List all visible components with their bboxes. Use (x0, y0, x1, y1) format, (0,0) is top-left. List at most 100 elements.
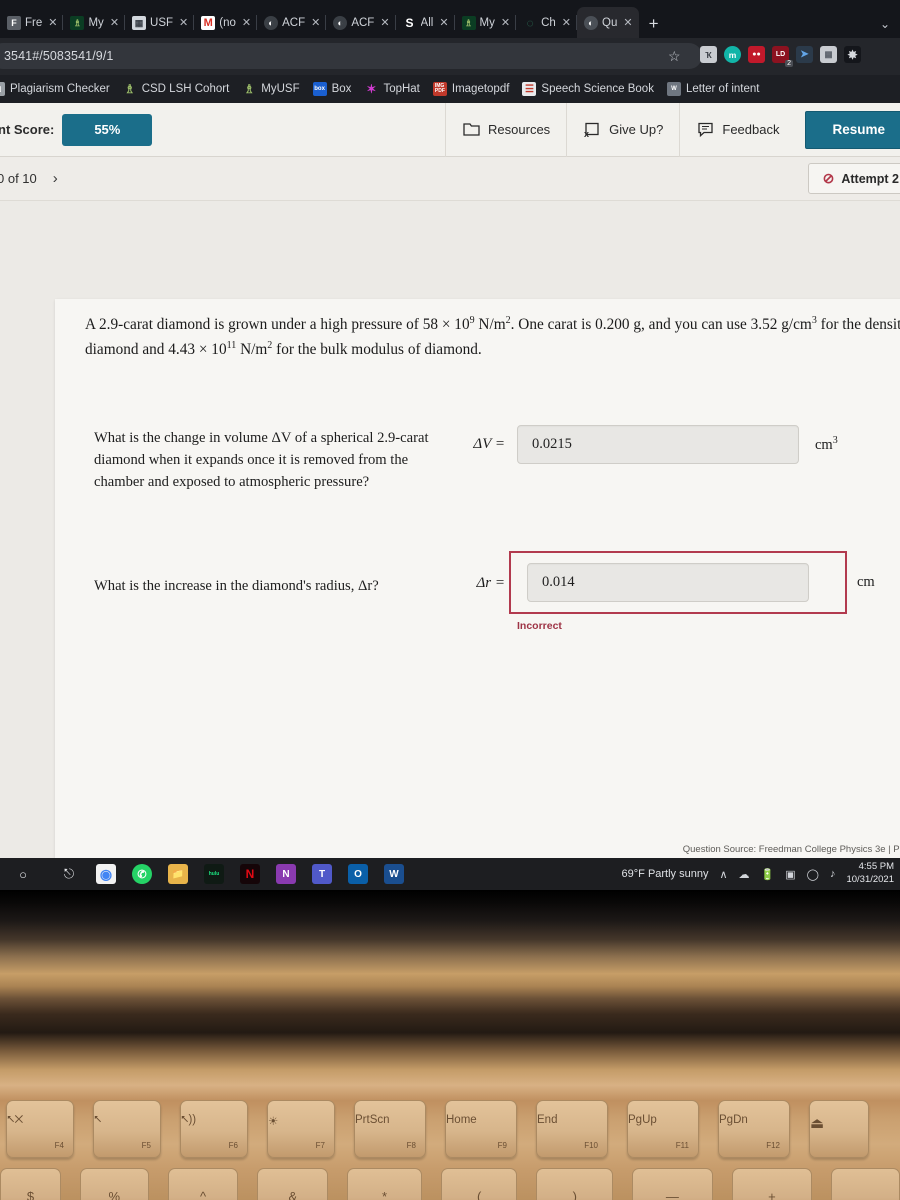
key-plus[interactable]: + (731, 1168, 813, 1200)
mendeley-extension-icon[interactable]: m (724, 46, 741, 63)
close-icon[interactable]: ✕ (48, 16, 57, 29)
cursor-extension-icon[interactable]: ➤ (796, 46, 813, 63)
key-f11-pgup[interactable]: PgUp F11 (627, 1100, 699, 1158)
hulu-icon[interactable]: hulu (204, 864, 224, 884)
close-icon[interactable]: ✕ (110, 16, 119, 29)
netflix-icon[interactable]: N (240, 864, 260, 884)
resume-button[interactable]: Resume (805, 110, 900, 149)
show-hidden-icons-chevron-up-icon[interactable]: ∧ (719, 868, 727, 881)
file-explorer-icon[interactable]: 📁 (168, 864, 188, 884)
screenshot-root: F Fre ✕ ♗ My ✕ ▦ USF ✕ M (no ✕ ◐ ACF ✕ ◐… (0, 0, 900, 1200)
feedback-button[interactable]: Feedback (679, 102, 795, 157)
bookmark-star-icon[interactable]: ☆ (668, 48, 681, 65)
key-backspace[interactable] (831, 1168, 900, 1200)
delta-v-input[interactable]: 0.0215 (517, 424, 799, 464)
key-glyph: ☀ (268, 1116, 279, 1128)
key-dollar[interactable]: $ (0, 1168, 61, 1200)
key-asterisk[interactable]: * (347, 1168, 422, 1200)
browser-tab[interactable]: S All ✕ (396, 7, 455, 38)
key-f5[interactable]: ⭦ F5 (93, 1100, 161, 1158)
key-paren-open[interactable]: ( (440, 1168, 518, 1200)
browser-tab[interactable]: ◐ ACF ✕ (257, 7, 327, 38)
clock-widget[interactable]: 4:55 PM 10/31/2021 (846, 861, 894, 887)
windows-taskbar: ○ ⎋ ◉ ✆ 📁 hulu N N T O W 69°F Partly sun… (0, 858, 900, 890)
bookmark-item[interactable]: W Letter of intent (666, 82, 759, 96)
close-icon[interactable]: ✕ (242, 16, 251, 29)
key-f10-end[interactable]: End F10 (536, 1100, 608, 1158)
key-f4[interactable]: ⭦✕ F4 (6, 1100, 74, 1158)
key-f6[interactable]: ⭦)) F6 (180, 1100, 248, 1158)
key-underscore[interactable]: — (632, 1168, 713, 1200)
address-bar[interactable]: 3541#/5083541/9/1 (0, 43, 702, 69)
tophat-icon: ✶ (366, 82, 377, 96)
key-percent[interactable]: % (79, 1168, 149, 1200)
wifi-icon[interactable]: ◯ (807, 868, 819, 881)
browser-tab[interactable]: ◌ Ch ✕ (516, 7, 577, 38)
browser-tab-active[interactable]: ◐ Qu ✕ (577, 7, 639, 38)
key-f8-prtscn[interactable]: PrtScn F8 (354, 1100, 426, 1158)
bookmark-item[interactable]: ✶ TopHat (364, 82, 419, 96)
delta-r-input[interactable]: 0.014 (527, 563, 809, 603)
delta-v-unit: cm3 (815, 435, 838, 454)
close-icon[interactable]: ✕ (623, 16, 632, 29)
battery-icon[interactable]: 🔋 (761, 868, 775, 881)
bookmark-item[interactable]: IMG PDF Imagetopdf (432, 82, 510, 96)
close-icon[interactable]: ✕ (311, 16, 320, 29)
cortana-search-icon[interactable]: ○ (0, 867, 46, 882)
key-f9-home[interactable]: Home F9 (445, 1100, 517, 1158)
key-paren-close[interactable]: ) (536, 1168, 614, 1200)
close-icon[interactable]: ✕ (501, 16, 510, 29)
attempt-badge: ⊘ Attempt 2 (807, 163, 900, 194)
lastpass-extension-icon[interactable]: LD 2 (772, 46, 793, 67)
close-icon[interactable]: ✕ (179, 16, 188, 29)
browser-tab[interactable]: ▦ USF ✕ (125, 7, 195, 38)
tab-title: (no (219, 16, 236, 29)
word-icon[interactable]: W (384, 864, 404, 884)
chrome-icon[interactable]: ◉ (96, 864, 116, 884)
bookmark-item[interactable]: box Box (312, 82, 351, 96)
key-caret[interactable]: ^ (167, 1168, 239, 1200)
browser-tab[interactable]: ♗ My ✕ (455, 7, 517, 38)
bookmark-label: Speech Science Book (541, 83, 654, 95)
task-view-icon[interactable]: ⎋ (46, 866, 92, 882)
close-icon[interactable]: ✕ (562, 16, 571, 29)
browser-tab[interactable]: ◐ ACF ✕ (326, 7, 396, 38)
bookmark-item[interactable]: ☰ Speech Science Book (522, 82, 654, 96)
bookmark-label: TopHat (383, 83, 420, 95)
key-ampersand[interactable]: & (257, 1168, 329, 1200)
outlook-icon[interactable]: O (348, 864, 368, 884)
sound-icon[interactable]: ♪ (830, 868, 836, 880)
bookmark-item[interactable]: ▥ Plagiarism Checker (0, 82, 110, 96)
exponent: 11 (226, 339, 237, 351)
bookmark-label: Imagetopdf (451, 83, 510, 95)
key-f7[interactable]: ☀ F7 (267, 1100, 335, 1158)
puzzle-extensions-icon[interactable]: ✸ (844, 46, 861, 63)
tab-title: All (420, 16, 434, 29)
whatsapp-icon[interactable]: ✆ (132, 864, 152, 884)
key-f12-pgdn[interactable]: PgDn F12 (718, 1100, 790, 1158)
close-icon[interactable]: ✕ (380, 16, 389, 29)
close-icon[interactable]: ✕ (439, 16, 448, 29)
give-up-button[interactable]: x Give Up? (566, 102, 679, 157)
browser-tab[interactable]: F Fre ✕ (0, 7, 64, 38)
browser-tab[interactable]: M (no ✕ (194, 7, 257, 38)
new-tab-button[interactable]: + (639, 14, 669, 38)
taskbar-app-list: ◉ ✆ 📁 hulu N N T O W (96, 864, 404, 884)
browser-tab[interactable]: ♗ My ✕ (63, 7, 125, 38)
weather-widget[interactable]: 69°F Partly sunny (622, 868, 709, 880)
onedrive-cloud-icon[interactable]: ☁ (739, 868, 750, 881)
tab-list-chevron-down-icon[interactable]: ⌄ (880, 17, 890, 31)
screen-icon[interactable]: ▣ (785, 868, 795, 881)
key-glyph: End (537, 1114, 558, 1126)
kami-extension-icon[interactable]: Ҡ (700, 46, 717, 63)
bookmark-item[interactable]: ♗ CSD LSH Cohort (123, 82, 229, 96)
teams-icon[interactable]: T (312, 864, 332, 884)
key-eject[interactable]: ⏏ (809, 1100, 869, 1158)
bookmark-item[interactable]: ♗ MyUSF (242, 82, 300, 96)
document-extension-icon[interactable]: ▦ (820, 46, 837, 63)
onenote-icon[interactable]: N (276, 864, 296, 884)
resources-button[interactable]: Resources (445, 102, 566, 157)
key-fn-label: F6 (228, 1141, 238, 1150)
next-question-chevron-icon[interactable]: › (53, 170, 58, 187)
red-extension-icon[interactable]: ●● (748, 46, 765, 63)
